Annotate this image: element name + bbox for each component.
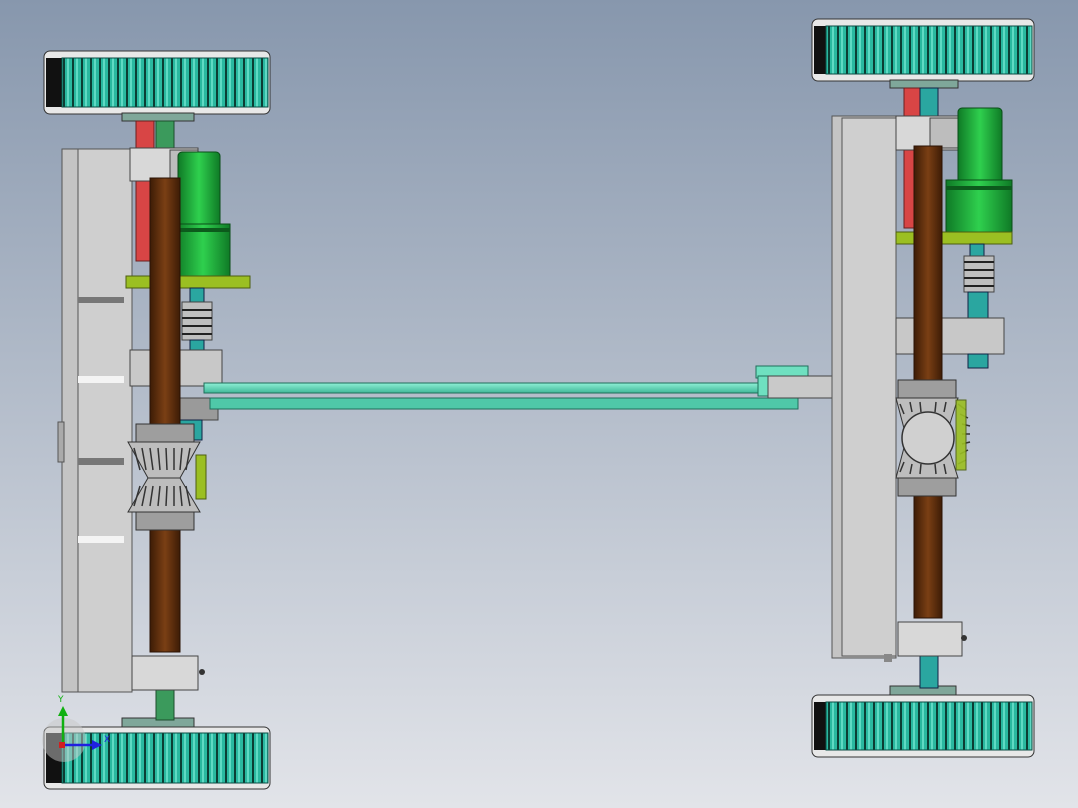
axle-left xyxy=(149,177,181,653)
tie-rod-lower[interactable] xyxy=(209,397,799,410)
bearing-block-bottom-left xyxy=(131,655,199,691)
bearing-block-middle-right xyxy=(895,317,1005,355)
teal-shaft-right-bottom xyxy=(919,653,939,689)
wheel-top-left[interactable] xyxy=(43,50,271,122)
chassis-assembly-drawing: Y X xyxy=(0,0,1078,808)
wheel-bottom-right[interactable] xyxy=(811,685,1035,758)
teal-shaft-right-top xyxy=(919,87,939,119)
bearing-block-bottom-right xyxy=(897,621,963,657)
green-shaft-left-bottom xyxy=(155,685,175,721)
tie-rod-upper[interactable] xyxy=(203,382,771,394)
axis-y-label: Y xyxy=(57,695,64,705)
green-shaft-left-top xyxy=(155,120,175,152)
cad-viewport[interactable]: Y X xyxy=(0,0,1078,808)
frame-plate-right[interactable] xyxy=(831,115,897,662)
axis-x-label: X xyxy=(104,735,110,745)
frame-plate-left[interactable] xyxy=(57,148,133,693)
motor-bracket-left xyxy=(125,275,251,289)
motor-bracket-right xyxy=(895,231,1013,245)
wheel-top-right[interactable] xyxy=(811,18,1035,89)
